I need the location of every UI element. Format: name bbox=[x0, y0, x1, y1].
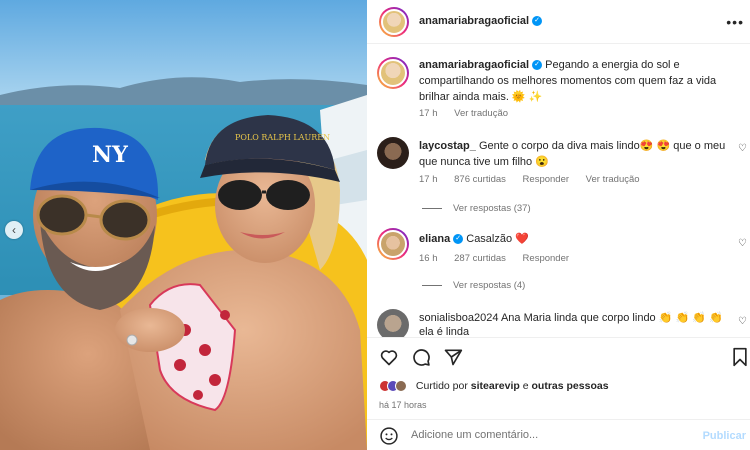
caption-username[interactable]: anamariabragaoficial bbox=[419, 59, 529, 71]
comment-translate-link[interactable]: Ver tradução bbox=[586, 174, 640, 185]
liked-by-joiner: e bbox=[519, 380, 532, 392]
view-replies-label: Ver respostas (37) bbox=[453, 203, 531, 214]
comment-username[interactable]: eliana bbox=[419, 233, 450, 245]
comment-item: eliana ✓ Casalzão ❤️ ♡ 16 h 287 curtidas … bbox=[377, 228, 747, 303]
add-comment-bar: Publicar bbox=[367, 419, 750, 450]
emoji-icon[interactable] bbox=[379, 426, 399, 446]
caption-avatar[interactable] bbox=[377, 57, 409, 89]
comment-bubble-icon[interactable] bbox=[411, 347, 431, 367]
replies-divider bbox=[422, 284, 442, 286]
like-heart-icon[interactable] bbox=[379, 347, 399, 367]
author-avatar[interactable] bbox=[379, 7, 409, 37]
comment-avatar[interactable] bbox=[377, 309, 409, 337]
post-panel: anamariabragaoficial ✓ ••• anamariabragao… bbox=[367, 0, 750, 450]
comment-item: sonialisboa2024 Ana Maria linda que corp… bbox=[377, 309, 747, 337]
post-timestamp[interactable]: há 17 horas bbox=[379, 400, 427, 410]
view-replies-link[interactable]: Ver respostas (4) bbox=[422, 280, 525, 291]
liked-by-user[interactable]: sitearevip bbox=[471, 380, 520, 392]
verified-badge-icon: ✓ bbox=[453, 234, 464, 245]
comment-text: Casalzão ❤️ bbox=[466, 233, 529, 245]
liked-by-prefix: Curtido por bbox=[415, 380, 471, 392]
comments-list[interactable]: anamariabragaoficial ✓ Pegando a energia … bbox=[367, 45, 750, 337]
chevron-left-icon: ‹ bbox=[12, 223, 16, 237]
share-paper-plane-icon[interactable] bbox=[443, 347, 463, 367]
comment-username[interactable]: sonialisboa2024 bbox=[419, 312, 499, 324]
comment-time: 17 h bbox=[419, 174, 438, 185]
comment-avatar[interactable] bbox=[377, 228, 409, 260]
reply-button[interactable]: Responder bbox=[523, 174, 569, 185]
view-replies-label: Ver respostas (4) bbox=[453, 280, 526, 291]
like-comment-heart-icon[interactable]: ♡ bbox=[738, 316, 747, 327]
comment-likes[interactable]: 876 curtidas bbox=[454, 174, 506, 185]
verified-badge-icon: ✓ bbox=[532, 60, 543, 71]
post-header: anamariabragaoficial ✓ ••• bbox=[367, 0, 750, 44]
comment-likes[interactable]: 287 curtidas bbox=[454, 253, 506, 264]
view-replies-link[interactable]: Ver respostas (37) bbox=[422, 203, 531, 214]
post-actions: Curtido por sitearevip e outras pessoas … bbox=[367, 337, 750, 450]
more-options-icon[interactable]: ••• bbox=[726, 14, 744, 30]
photo-illustration: NY POLO RALPH LAUREN bbox=[0, 0, 367, 450]
comment-input[interactable] bbox=[411, 429, 691, 441]
comment-item: laycostap_ Gente o corpo da diva mais li… bbox=[377, 137, 747, 217]
liked-by-row[interactable]: Curtido por sitearevip e outras pessoas bbox=[379, 380, 609, 393]
svg-text:NY: NY bbox=[92, 142, 128, 168]
like-comment-heart-icon[interactable]: ♡ bbox=[738, 238, 747, 249]
verified-badge-icon: ✓ bbox=[532, 16, 543, 27]
caption-time: 17 h bbox=[419, 108, 438, 119]
caption-translate-link[interactable]: Ver tradução bbox=[454, 108, 508, 119]
comment-time: 16 h bbox=[419, 253, 438, 264]
like-comment-heart-icon[interactable]: ♡ bbox=[738, 143, 747, 154]
post-photo: NY POLO RALPH LAUREN ‹ bbox=[0, 0, 367, 450]
comment-username[interactable]: laycostap_ bbox=[419, 140, 476, 152]
author-username[interactable]: anamariabragaoficial bbox=[419, 15, 529, 27]
comment-avatar[interactable] bbox=[377, 137, 409, 169]
liked-by-others[interactable]: outras pessoas bbox=[532, 380, 609, 392]
caption: anamariabragaoficial ✓ Pegando a energia … bbox=[377, 55, 747, 125]
publish-button[interactable]: Publicar bbox=[703, 430, 746, 442]
carousel-prev-button[interactable]: ‹ bbox=[5, 221, 23, 239]
replies-divider bbox=[422, 207, 442, 209]
svg-text:POLO RALPH LAUREN: POLO RALPH LAUREN bbox=[235, 133, 330, 142]
save-bookmark-icon[interactable] bbox=[731, 347, 749, 367]
reply-button[interactable]: Responder bbox=[523, 253, 569, 264]
liker-avatar bbox=[395, 380, 407, 393]
